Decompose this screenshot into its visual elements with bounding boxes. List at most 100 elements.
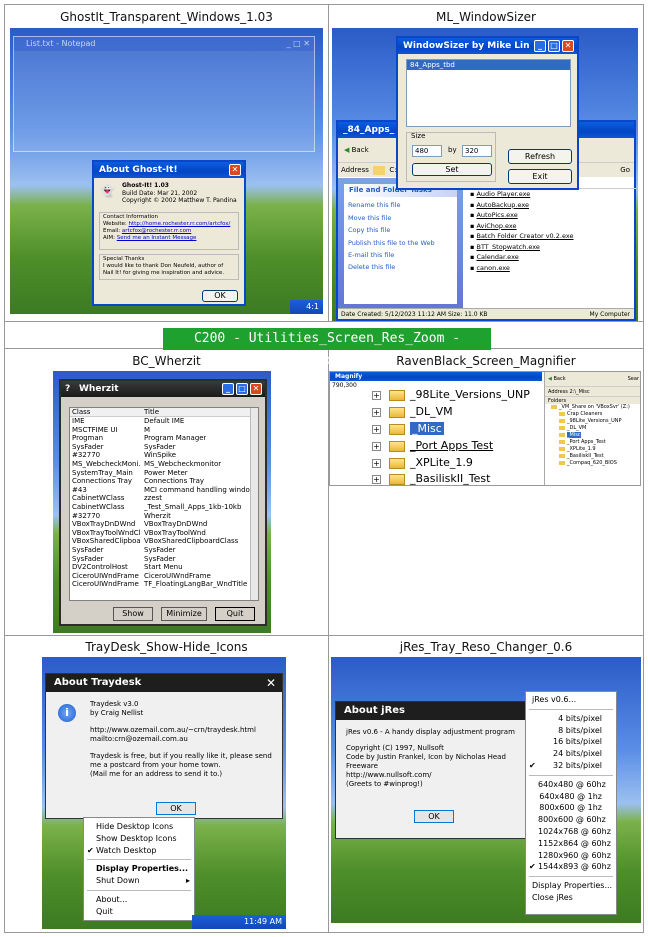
vertical-scrollbar[interactable] — [250, 408, 258, 600]
tree-item[interactable]: + _DL_VM — [372, 405, 453, 418]
close-icon[interactable]: ✕ — [250, 383, 262, 395]
table-row[interactable]: CabinetWClass _Test_Small_Apps_1kb-10kb — [70, 503, 258, 512]
table-row[interactable]: CiceroUIWndFrame CiceroUIWndFrame — [70, 572, 258, 581]
mini-tree-item[interactable]: _XPLite_1.9 — [551, 446, 640, 453]
address-input[interactable]: 2:\_Misc — [570, 389, 590, 395]
menu-item-resolution[interactable]: ✔ 1544x893 @ 60hz — [526, 861, 616, 873]
mini-tree-item[interactable]: _Misc — [551, 432, 640, 439]
quit-button[interactable]: Quit — [215, 607, 255, 621]
table-row[interactable]: CabinetWClass zzest — [70, 494, 258, 503]
ok-button[interactable]: OK — [202, 290, 238, 302]
window-table[interactable]: Class Title IME Default IME MSCTFIME UI M Pr… — [69, 407, 259, 601]
table-row[interactable]: SysFader SysFader — [70, 555, 258, 564]
task-link[interactable]: Publish this file to the Web — [348, 237, 453, 249]
menu-item-color-depth[interactable]: 8 bits/pixel — [526, 725, 616, 737]
window-list[interactable]: 84_Apps_tbd — [406, 59, 571, 127]
table-row[interactable]: DV2ControlHost Start Menu — [70, 563, 258, 572]
expand-icon[interactable]: + — [372, 407, 381, 417]
table-row[interactable]: SysFader SysFader — [70, 443, 258, 452]
expand-icon[interactable]: + — [372, 424, 381, 434]
file-item[interactable]: ▪ Calendar.exe — [470, 252, 636, 263]
file-item[interactable]: ▪ Batch Folder Creator v0.2.exe — [470, 231, 636, 242]
menu-item-show-icons[interactable]: Show Desktop Icons — [84, 833, 194, 845]
table-row[interactable]: IME Default IME — [70, 417, 258, 426]
task-link[interactable]: Rename this file — [348, 199, 453, 212]
menu-item-quit[interactable]: Quit — [84, 906, 194, 918]
notepad-window[interactable]: List.txt - Notepad _ □ ✕ — [13, 36, 315, 152]
file-item[interactable]: ▪ AutoPics.exe — [470, 210, 636, 221]
back-icon[interactable]: ◀ — [344, 146, 349, 154]
maximize-icon[interactable]: □ — [548, 40, 560, 52]
menu-item-resolution[interactable]: 1280x960 @ 60hz — [526, 850, 616, 862]
minimize-icon[interactable]: _ — [534, 40, 546, 52]
table-row[interactable]: VBoxSharedClipboar... VBoxSharedClipboard… — [70, 537, 258, 546]
tree-item[interactable]: + _98Lite_Versions_UNP — [372, 388, 530, 401]
class-column-header[interactable]: Class — [70, 408, 140, 416]
refresh-button[interactable]: Refresh — [508, 149, 572, 164]
tree-item[interactable]: + _BasiliskII_Test — [372, 472, 490, 485]
menu-item-display-properties[interactable]: Display Properties... — [84, 863, 194, 875]
task-link[interactable]: Delete this file — [348, 261, 453, 274]
minimize-button[interactable]: Minimize — [161, 607, 207, 621]
menu-item-resolution[interactable]: 800x600 @ 60hz — [526, 814, 616, 826]
window-controls-icon[interactable]: _ □ ✕ — [287, 37, 310, 51]
menu-item-resolution[interactable]: 800x600 @ 1hz — [526, 802, 616, 814]
mini-tree-item[interactable]: Crap Cleaners — [551, 411, 640, 418]
file-item[interactable]: ▪ AutoBackup.exe — [470, 200, 636, 211]
show-button[interactable]: Show — [113, 607, 153, 621]
mini-tree-item[interactable]: _Compaq_620_BIOS — [551, 460, 640, 467]
expand-icon[interactable]: + — [372, 474, 381, 484]
close-icon[interactable]: ✕ — [229, 164, 241, 176]
ok-button[interactable]: OK — [156, 802, 196, 815]
mini-tree-item[interactable]: _DL_VM — [551, 425, 640, 432]
table-row[interactable]: #32770 WinSpike — [70, 451, 258, 460]
menu-item-resolution[interactable]: 640x480 @ 1hz — [526, 791, 616, 803]
menu-item-color-depth[interactable]: ✔ 32 bits/pixel — [526, 760, 616, 772]
menu-item-resolution[interactable]: 1024x768 @ 60hz — [526, 826, 616, 838]
close-icon[interactable]: ✕ — [266, 674, 276, 692]
table-row[interactable]: VBoxTrayToolWndCl... VBoxTrayToolWnd — [70, 529, 258, 538]
menu-item-color-depth[interactable]: 16 bits/pixel — [526, 736, 616, 748]
mini-tree-item[interactable]: _VM_Share on 'VBoxSvr' (Z:) — [551, 404, 640, 411]
mini-tree-item[interactable]: _Port Apps_Test — [551, 439, 640, 446]
menu-item-color-depth[interactable]: 4 bits/pixel — [526, 713, 616, 725]
task-link[interactable]: Move this file — [348, 212, 453, 225]
expand-icon[interactable]: + — [372, 458, 381, 468]
menu-item-about[interactable]: About... — [84, 894, 194, 906]
tree-item[interactable]: + _Port Apps Test — [372, 439, 493, 452]
tree-item[interactable]: + _XPLite_1.9 — [372, 456, 473, 469]
file-item[interactable]: ▪ canon.exe — [470, 263, 636, 274]
menu-item-shut-down[interactable]: Shut Down ▸ — [84, 875, 194, 887]
title-column-header[interactable]: Title — [140, 408, 159, 416]
task-link[interactable]: Copy this file — [348, 224, 453, 237]
set-button[interactable]: Set — [412, 163, 492, 176]
menu-item-hide-icons[interactable]: Hide Desktop Icons — [84, 821, 194, 833]
minimize-icon[interactable]: _ — [222, 383, 234, 395]
table-row[interactable]: CiceroUIWndFrame TF_FloatingLangBar_WndTi… — [70, 580, 258, 589]
menu-item-display-properties[interactable]: Display Properties... — [526, 880, 616, 892]
mini-tree-item[interactable]: _BasiliskII_Test — [551, 453, 640, 460]
close-icon[interactable]: ✕ — [562, 40, 574, 52]
maximize-icon[interactable]: □ — [236, 383, 248, 395]
menu-item-about-jres[interactable]: jRes v0.6... — [526, 694, 616, 706]
file-item[interactable]: ▪ BTT_Stopwatch.exe — [470, 242, 636, 253]
go-button[interactable]: Go — [620, 163, 630, 178]
table-row[interactable]: SystemTray_Main Power Meter — [70, 469, 258, 478]
email-link[interactable]: artcfox@rochester.rr.com — [122, 228, 191, 234]
window-list-item[interactable]: 84_Apps_tbd — [407, 60, 570, 70]
file-item[interactable]: ▪ AviChop.exe — [470, 221, 636, 232]
back-button[interactable]: Back — [553, 376, 565, 382]
back-button[interactable]: Back — [352, 146, 369, 154]
menu-item-close-jres[interactable]: Close jRes — [526, 892, 616, 904]
menu-item-resolution[interactable]: 640x480 @ 60hz — [526, 779, 616, 791]
expand-icon[interactable]: + — [372, 441, 381, 451]
task-link[interactable]: E-mail this file — [348, 249, 453, 262]
expand-icon[interactable]: + — [372, 390, 381, 400]
table-row[interactable]: Connections Tray Connections Tray — [70, 477, 258, 486]
file-item[interactable]: ▪ Audio Player.exe — [470, 189, 636, 200]
table-row[interactable]: MS_WebcheckMoni... MS_Webcheckmonitor — [70, 460, 258, 469]
table-row[interactable]: MSCTFIME UI M — [70, 426, 258, 435]
width-input[interactable]: 480 — [412, 145, 442, 157]
mini-tree-item[interactable]: _98Lite_Versions_UNP — [551, 418, 640, 425]
search-button[interactable]: Sear — [628, 372, 639, 386]
